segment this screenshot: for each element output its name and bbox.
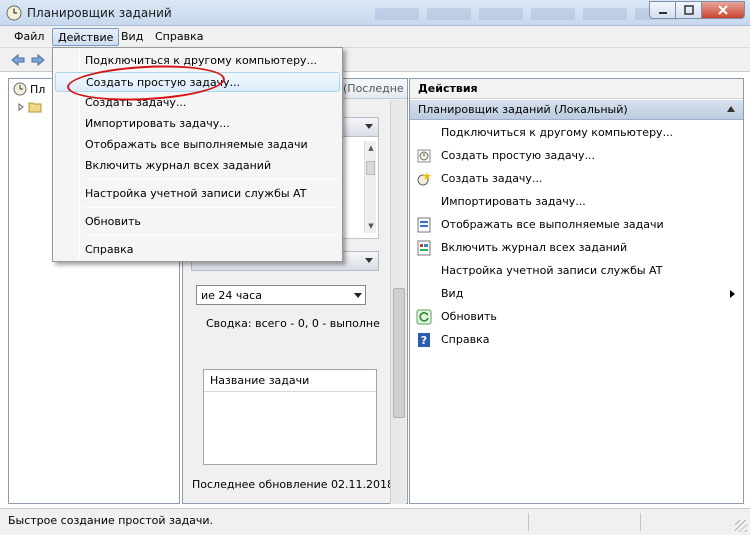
menu-item-label: Создать задачу... xyxy=(85,96,187,109)
menu-show-running[interactable]: Отображать все выполняемые задачи xyxy=(55,135,340,155)
action-label: Вид xyxy=(441,287,464,300)
last-update-text: Последнее обновление 02.11.2018 12:53:5 xyxy=(192,478,406,491)
list-icon xyxy=(417,217,431,233)
overview-scrollbar[interactable]: ▲ ▼ xyxy=(364,141,376,233)
maximize-button[interactable] xyxy=(675,1,701,19)
menu-item-label: Отображать все выполняемые задачи xyxy=(85,138,308,151)
action-dropdown-menu: Подключиться к другому компьютеру... Соз… xyxy=(52,47,343,262)
collapse-arrow-icon[interactable] xyxy=(365,258,373,263)
back-arrow-icon[interactable] xyxy=(10,52,26,68)
menu-import-task[interactable]: Импортировать задачу... xyxy=(55,114,340,134)
period-value: ие 24 часа xyxy=(201,289,262,302)
menu-file[interactable]: Файл xyxy=(9,28,49,46)
clock-icon xyxy=(6,5,22,21)
collapse-up-icon[interactable] xyxy=(727,106,735,112)
middle-scrollbar[interactable] xyxy=(390,100,406,504)
menu-create-basic-task[interactable]: Создать простую задачу... xyxy=(55,72,340,92)
task-name-column-header[interactable]: Название задачи xyxy=(204,370,376,392)
action-import-task[interactable]: Импортировать задачу... xyxy=(410,191,743,213)
menu-separator xyxy=(83,179,338,180)
menu-refresh[interactable]: Обновить xyxy=(55,212,340,232)
menu-item-label: Настройка учетной записи службы AT xyxy=(85,187,307,200)
status-bar: Быстрое создание простой задачи. xyxy=(0,508,750,535)
menu-enable-log[interactable]: Включить журнал всех заданий xyxy=(55,156,340,176)
menu-view[interactable]: Вид xyxy=(116,28,148,46)
menu-create-task[interactable]: Создать задачу... xyxy=(55,93,340,113)
period-combobox[interactable]: ие 24 часа xyxy=(196,285,366,305)
clock-task-icon xyxy=(417,149,431,163)
action-view[interactable]: Вид xyxy=(410,283,743,305)
action-label: Справка xyxy=(441,333,490,346)
background-tabs xyxy=(375,8,679,20)
new-task-icon xyxy=(417,172,431,186)
menu-item-label: Импортировать задачу... xyxy=(85,117,230,130)
tree-root[interactable]: Пл xyxy=(13,81,45,97)
menu-item-label: Справка xyxy=(85,243,134,256)
help-icon: ? xyxy=(418,333,430,347)
tree-library[interactable] xyxy=(17,99,42,115)
svg-text:?: ? xyxy=(421,334,427,347)
dropdown-arrow-icon[interactable] xyxy=(354,293,362,298)
status-text: Быстрое создание простой задачи. xyxy=(8,514,214,527)
action-create-basic-task[interactable]: Создать простую задачу... xyxy=(410,145,743,167)
actions-pane: Действия Планировщик заданий (Локальный)… xyxy=(409,78,744,504)
actions-title: Действия xyxy=(410,79,743,99)
menu-item-label: Подключиться к другому компьютеру... xyxy=(85,54,318,67)
action-label: Создать простую задачу... xyxy=(441,149,596,162)
scroll-thumb[interactable] xyxy=(366,161,375,175)
action-help[interactable]: ? Справка xyxy=(410,329,743,351)
resize-grip[interactable] xyxy=(735,520,747,532)
folder-icon xyxy=(28,102,42,113)
action-label: Обновить xyxy=(441,310,497,323)
menu-bar: Файл Действие Вид Справка xyxy=(0,26,750,48)
close-button[interactable] xyxy=(701,1,745,19)
action-label: Импортировать задачу... xyxy=(441,195,586,208)
action-label: Отображать все выполняемые задачи xyxy=(441,218,664,231)
action-at-account[interactable]: Настройка учетной записи службы AT xyxy=(410,260,743,282)
menu-separator xyxy=(83,207,338,208)
task-list: Название задачи xyxy=(203,369,377,465)
action-label: Включить журнал всех заданий xyxy=(441,241,628,254)
forward-arrow-icon[interactable] xyxy=(30,52,46,68)
clock-icon xyxy=(13,82,27,96)
menu-action[interactable]: Действие xyxy=(52,28,120,46)
menu-help[interactable]: Справка xyxy=(150,28,208,46)
action-label: Настройка учетной записи службы AT xyxy=(441,264,663,277)
title-bar: Планировщик заданий xyxy=(0,0,750,26)
minimize-icon xyxy=(658,12,667,14)
log-icon xyxy=(417,240,431,256)
menu-help[interactable]: Справка xyxy=(55,240,340,260)
action-enable-log[interactable]: Включить журнал всех заданий xyxy=(410,237,743,259)
action-connect[interactable]: Подключиться к другому компьютеру... xyxy=(410,122,743,144)
action-label: Создать задачу... xyxy=(441,172,543,185)
submenu-arrow-icon xyxy=(730,290,735,298)
status-divider xyxy=(528,513,529,531)
middle-header-text: (Последне xyxy=(343,82,404,95)
menu-item-label: Включить журнал всех заданий xyxy=(85,159,272,172)
status-divider xyxy=(640,513,641,531)
menu-item-label: Создать простую задачу... xyxy=(86,76,241,89)
menu-item-label: Обновить xyxy=(85,215,141,228)
tree-root-label: Пл xyxy=(30,82,46,96)
menu-at-account[interactable]: Настройка учетной записи службы AT xyxy=(55,184,340,204)
refresh-icon xyxy=(416,309,432,325)
minimize-button[interactable] xyxy=(649,1,675,19)
action-create-task[interactable]: Создать задачу... xyxy=(410,168,743,190)
action-label: Подключиться к другому компьютеру... xyxy=(441,126,674,139)
actions-group-header[interactable]: Планировщик заданий (Локальный) xyxy=(410,100,743,120)
summary-text: Сводка: всего - 0, 0 - выполне... xyxy=(206,317,381,330)
collapse-arrow-icon[interactable] xyxy=(365,124,373,129)
expand-arrow-icon[interactable] xyxy=(17,103,25,111)
window-title: Планировщик заданий xyxy=(27,6,172,20)
action-show-running[interactable]: Отображать все выполняемые задачи xyxy=(410,214,743,236)
close-icon xyxy=(718,5,728,15)
action-refresh[interactable]: Обновить xyxy=(410,306,743,328)
actions-group-label: Планировщик заданий (Локальный) xyxy=(418,103,628,116)
scroll-up-icon[interactable]: ▲ xyxy=(365,141,377,155)
menu-connect[interactable]: Подключиться к другому компьютеру... xyxy=(55,51,340,71)
maximize-icon xyxy=(683,5,694,15)
scroll-down-icon[interactable]: ▼ xyxy=(365,219,377,233)
middle-scroll-thumb[interactable] xyxy=(393,288,405,418)
menu-separator xyxy=(83,235,338,236)
